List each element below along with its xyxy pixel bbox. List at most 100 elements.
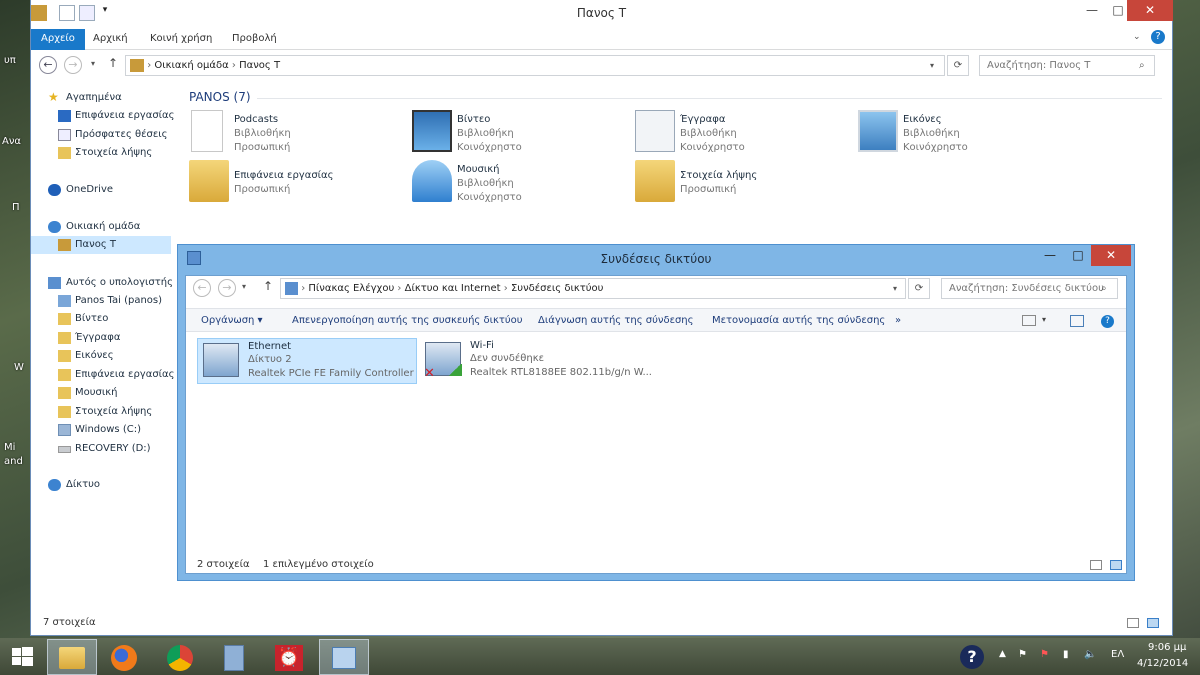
search-icon[interactable]: ⌕ [1139,60,1145,71]
nav-this-pc[interactable]: Αυτός ο υπολογιστής [31,274,173,292]
taskbar-calculator[interactable] [211,639,257,675]
library-item[interactable]: Επιφάνεια εργασίας Προσωπική [189,160,409,206]
blank-file-icon [191,110,223,152]
minimize-button[interactable]: — [1036,245,1064,266]
refresh-button[interactable]: ⟳ [947,55,969,76]
nav-homegroup[interactable]: Οικιακή ομάδα [31,218,171,236]
library-item[interactable]: Βίντεο Βιβλιοθήκη Κοινόχρηστο [412,110,632,156]
nav-item-recent-places[interactable]: Πρόσφατες θέσεις [31,126,171,144]
connection-item-wifi[interactable]: ✕ Wi-Fi Δεν συνδέθηκε Realtek RTL8188EE … [420,338,652,384]
nav-item-music[interactable]: Μουσική [31,384,171,402]
search-icon[interactable]: ⌕ [1101,283,1107,294]
help-icon[interactable]: ? [1151,30,1165,44]
group-header[interactable]: PANOS (7) [189,90,251,104]
large-icons-view-icon[interactable] [1147,618,1159,628]
nav-item-downloads-pc[interactable]: Στοιχεία λήψης [31,403,171,421]
nav-item-desktop[interactable]: Επιφάνεια εργασίας [31,107,175,125]
desktop-icon-label[interactable]: and [4,456,23,467]
show-hidden-icons-icon[interactable]: ▲ [999,649,1006,659]
taskbar-chrome[interactable] [157,639,203,675]
breadcrumb-network-connections[interactable]: Συνδέσεις δικτύου [511,283,604,294]
refresh-button[interactable]: ⟳ [908,278,930,299]
desktop-icon-label[interactable]: Π [12,202,20,213]
nav-item-downloads[interactable]: Στοιχεία λήψης [31,144,171,162]
recent-locations-icon[interactable]: ▾ [242,282,246,291]
tab-home[interactable]: Αρχική [83,29,138,50]
library-item[interactable]: Podcasts Βιβλιοθήκη Προσωπική [189,110,409,156]
minimize-button[interactable]: — [1078,0,1106,21]
desktop-icon-label[interactable]: υπ [4,55,16,66]
nav-item-drive-c[interactable]: Windows (C:) [31,421,171,439]
tab-share[interactable]: Κοινή χρήση [140,29,222,50]
back-button[interactable]: ← [39,56,57,74]
library-item[interactable]: Μουσική Βιβλιοθήκη Κοινόχρηστο [412,160,632,206]
up-button[interactable]: ↑ [108,56,118,70]
taskbar-network-connections[interactable] [319,639,369,675]
view-options-icon[interactable]: ▾ [1042,315,1046,324]
desktop-icon-label[interactable]: Ανα [2,136,21,147]
nav-item-videos[interactable]: Βίντεο [31,310,171,328]
recent-locations-icon[interactable]: ▾ [91,59,95,68]
tab-view[interactable]: Προβολή [222,29,287,50]
tab-file[interactable]: Αρχείο [31,29,85,50]
nav-network[interactable]: Δίκτυο [31,476,171,494]
nav-onedrive[interactable]: OneDrive [31,181,171,199]
details-view-icon[interactable] [1090,560,1102,570]
nav-favorites[interactable]: ★ Αγαπημένα [31,89,171,107]
desktop-icon-label[interactable]: W [14,362,24,373]
address-bar[interactable]: › Οικιακή ομάδα › Πανος Τ ▾ [125,55,945,76]
breadcrumb-control-panel[interactable]: Πίνακας Ελέγχου [308,283,394,294]
up-button[interactable]: ↑ [263,279,273,293]
library-item[interactable]: Έγγραφα Βιβλιοθήκη Κοινόχρηστο [635,110,855,156]
disable-device-button[interactable]: Απενεργοποίηση αυτής της συσκευής δικτύο… [292,315,523,326]
nav-item-documents[interactable]: Έγγραφα [31,329,171,347]
nav-item-desktop-pc[interactable]: Επιφάνεια εργασίας [31,366,175,384]
nav-item-user-folder[interactable]: Panos Tai (panos) [31,292,171,310]
homegroup-user-icon [130,58,144,72]
large-icons-view-icon[interactable] [1110,560,1122,570]
forward-button[interactable]: → [64,56,82,74]
change-view-icon[interactable] [1022,315,1036,326]
nav-item-drive-d[interactable]: RECOVERY (D:) [31,440,171,458]
address-dropdown-icon[interactable]: ▾ [930,56,934,75]
rename-connection-button[interactable]: Μετονομασία αυτής της σύνδεσης [712,315,885,326]
taskbar-file-explorer[interactable] [47,639,97,675]
help-icon[interactable]: ? [1101,315,1114,328]
maximize-button[interactable]: □ [1064,245,1092,266]
library-item[interactable]: Εικόνες Βιβλιοθήκη Κοινόχρηστο [858,110,1078,156]
taskbar-firefox[interactable] [101,639,147,675]
breadcrumb-user[interactable]: Πανος Τ [239,60,280,71]
diagnose-connection-button[interactable]: Διάγνωση αυτής της σύνδεσης [538,315,694,326]
preview-pane-icon[interactable] [1070,315,1084,327]
security-alert-icon[interactable]: ⚑ [1040,649,1049,660]
nav-item-pictures[interactable]: Εικόνες [31,347,171,365]
back-button[interactable]: ← [193,279,211,297]
help-support-icon[interactable]: ? [960,645,984,669]
breadcrumb-homegroup[interactable]: Οικιακή ομάδα [154,60,228,71]
more-commands-button[interactable]: » [895,315,901,326]
battery-icon[interactable]: ▮ [1063,649,1069,660]
forward-button[interactable]: → [218,279,236,297]
organize-button[interactable]: Οργάνωση ▾ [201,315,263,326]
desktop-icon-label[interactable]: Mi [4,442,15,453]
computer-icon [48,277,61,289]
expand-ribbon-icon[interactable]: ⌄ [1133,32,1141,42]
volume-icon[interactable]: 🔈 [1084,649,1096,660]
breadcrumb-network-internet[interactable]: Δίκτυο και Internet [405,283,501,294]
clock-time[interactable]: 9:06 μμ [1148,642,1186,653]
search-input[interactable]: Αναζήτηση: Συνδέσεις δικτύου [941,278,1118,299]
details-view-icon[interactable] [1127,618,1139,628]
close-button[interactable]: ✕ [1127,0,1173,21]
taskbar-alarm[interactable]: ⏰ [266,639,312,675]
clock-date[interactable]: 4/12/2014 [1137,658,1188,669]
action-center-flag-icon[interactable]: ⚑ [1018,649,1027,660]
input-language[interactable]: ΕΛ [1111,649,1124,660]
connection-item-ethernet[interactable]: Ethernet Δίκτυο 2 Realtek PCIe FE Family… [197,338,417,384]
library-item[interactable]: Στοιχεία λήψης Προσωπική [635,160,855,206]
address-dropdown-icon[interactable]: ▾ [893,279,897,298]
address-bar[interactable]: › Πίνακας Ελέγχου › Δίκτυο και Internet … [280,278,906,299]
search-input[interactable]: Αναζήτηση: Πανος Τ [979,55,1155,76]
nav-homegroup-user[interactable]: Πανος Τ [31,236,171,254]
start-button[interactable] [0,639,46,675]
close-button[interactable]: ✕ [1091,245,1131,266]
